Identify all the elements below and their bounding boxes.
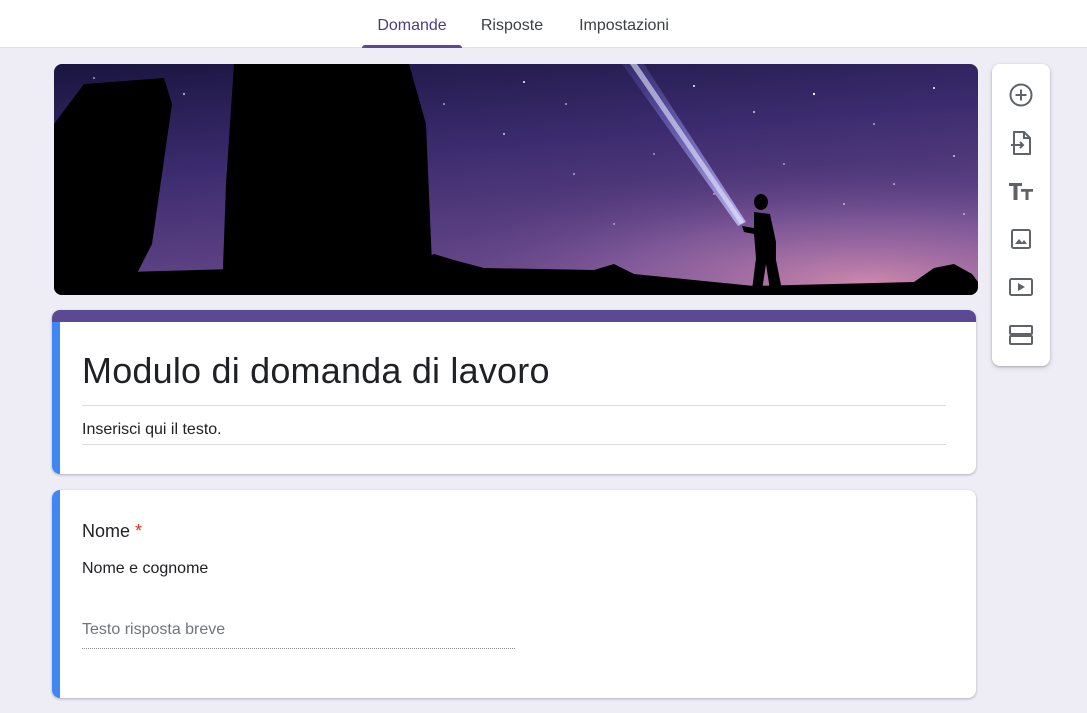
import-questions-icon	[1011, 131, 1031, 155]
title-underline	[82, 405, 946, 406]
short-answer-placeholder: Testo risposta breve	[82, 621, 226, 638]
form-header-image	[54, 64, 978, 295]
form-title[interactable]: Modulo di domanda di lavoro	[82, 350, 550, 392]
section-icon	[1009, 325, 1033, 345]
tab-risposte[interactable]: Risposte	[468, 0, 556, 48]
tab-risposte-label: Risposte	[480, 17, 544, 34]
video-icon	[1009, 278, 1033, 296]
add-image-button[interactable]	[1005, 223, 1037, 255]
tab-impostazioni[interactable]: Impostazioni	[566, 0, 682, 48]
selected-card-indicator	[52, 322, 60, 474]
add-title-description-button[interactable]	[1005, 175, 1037, 207]
form-title-card[interactable]: Modulo di domanda di lavoro Inserisci qu…	[52, 310, 976, 474]
add-video-button[interactable]	[1005, 271, 1037, 303]
tab-domande-label: Domande	[377, 17, 447, 34]
theme-color-band	[52, 310, 976, 322]
question-card[interactable]: Nome * Nome e cognome Testo risposta brev…	[52, 490, 976, 698]
short-answer-underline	[82, 648, 515, 649]
question-description: Nome e cognome	[82, 560, 209, 577]
question-title: Nome	[82, 521, 131, 541]
description-underline	[82, 444, 946, 445]
top-tab-bar: Domande Risposte Impostazioni	[0, 0, 1087, 48]
night-sky-image	[54, 64, 978, 295]
title-text-icon	[1009, 183, 1033, 200]
tab-impostazioni-label: Impostazioni	[579, 17, 669, 34]
question-title-row: Nome *	[82, 521, 142, 542]
import-questions-button[interactable]	[1005, 127, 1037, 159]
question-card-indicator	[52, 490, 60, 698]
add-circle-icon	[1009, 83, 1033, 107]
add-question-button[interactable]	[1005, 79, 1037, 111]
add-items-toolbar	[992, 64, 1050, 366]
active-tab-indicator	[362, 45, 462, 48]
required-asterisk: *	[135, 521, 143, 541]
form-description[interactable]: Inserisci qui il testo.	[82, 421, 222, 439]
image-icon	[1011, 229, 1031, 249]
tab-domande[interactable]: Domande	[362, 0, 462, 48]
add-section-button[interactable]	[1005, 319, 1037, 351]
